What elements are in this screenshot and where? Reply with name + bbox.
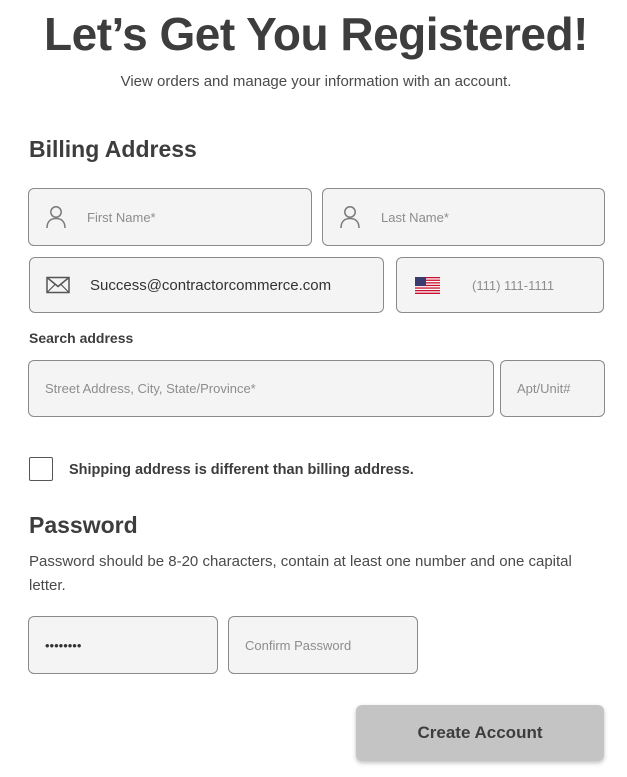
create-account-button[interactable]: Create Account [356,705,604,761]
confirm-password-placeholder: Confirm Password [245,637,352,653]
search-address-label: Search address [29,330,134,346]
billing-address-heading: Billing Address [29,136,197,162]
apt-unit-field[interactable]: Apt/Unit# [500,360,605,417]
person-icon [45,206,67,229]
page-subtitle: View orders and manage your information … [120,73,512,90]
phone-field[interactable]: (111) 111-1111 [396,257,604,313]
last-name-field[interactable]: Last Name* [322,188,605,246]
first-name-field[interactable]: First Name* [28,188,312,246]
registration-page: Let’s Get You Registered! View orders an… [0,0,627,777]
last-name-placeholder: Last Name* [381,209,449,225]
street-address-field[interactable]: Street Address, City, State/Province* [28,360,494,417]
us-flag-icon[interactable] [415,276,440,294]
person-icon [339,206,361,229]
page-title: Let’s Get You Registered! [44,8,588,60]
shipping-different-label[interactable]: Shipping address is different than billi… [69,461,414,479]
email-field[interactable]: Success@contractorcommerce.com [29,257,384,313]
password-heading: Password [29,512,138,538]
shipping-different-checkbox[interactable] [29,457,53,481]
apt-unit-placeholder: Apt/Unit# [517,381,571,396]
envelope-icon [46,276,70,294]
email-value: Success@contractorcommerce.com [90,276,332,294]
first-name-placeholder: First Name* [87,209,156,225]
street-address-placeholder: Street Address, City, State/Province* [45,381,256,396]
password-input[interactable]: •••••••• [28,616,218,674]
confirm-password-input[interactable]: Confirm Password [228,616,418,674]
phone-placeholder: (111) 111-1111 [472,277,555,293]
password-help-text: Password should be 8-20 characters, cont… [29,553,572,594]
password-masked-value: •••••••• [45,637,82,653]
